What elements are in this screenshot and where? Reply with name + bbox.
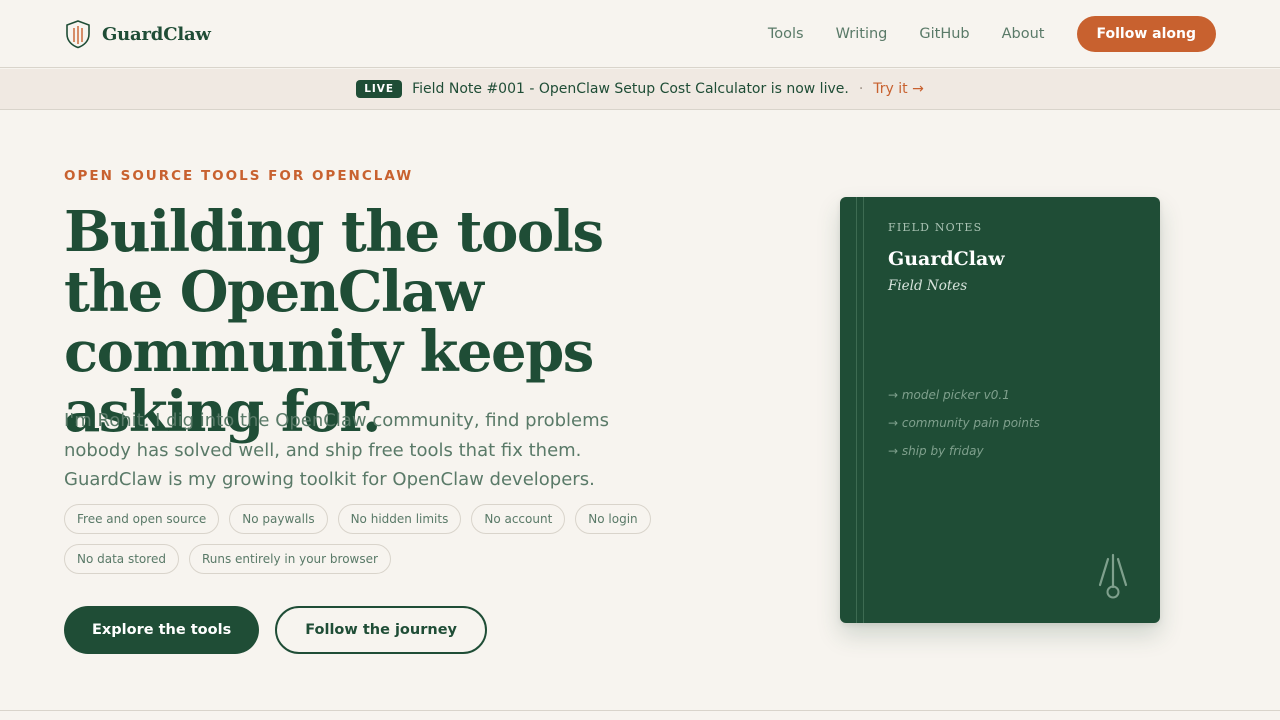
notebook-notes: → model picker v0.1 → community pain poi… xyxy=(888,387,1040,471)
nav-link-tools[interactable]: Tools xyxy=(768,26,804,42)
chip-no-login: No login xyxy=(575,504,651,534)
main-nav: Tools Writing GitHub About Follow along xyxy=(768,16,1216,52)
notebook-note: → community pain points xyxy=(888,416,1040,430)
chip-runs-in-browser: Runs entirely in your browser xyxy=(188,544,391,574)
brand-name: GuardClaw xyxy=(102,23,211,45)
notebook-subtitle: Field Notes xyxy=(888,278,968,294)
page-divider xyxy=(0,710,1280,711)
chip-no-data-stored: No data stored xyxy=(64,544,179,574)
notebook-spine-line xyxy=(856,197,857,623)
chip-no-account: No account xyxy=(471,504,566,534)
chip-free-open-source: Free and open source xyxy=(64,504,220,534)
banner-separator: · xyxy=(858,81,864,97)
try-it-link[interactable]: Try it → xyxy=(873,81,924,97)
feature-chips: Free and open source No paywalls No hidd… xyxy=(64,504,664,574)
live-badge: LIVE xyxy=(356,80,403,98)
field-notes-notebook: FIELD NOTES GuardClaw Field Notes → mode… xyxy=(840,197,1160,623)
chip-no-paywalls: No paywalls xyxy=(229,504,328,534)
site-header: GuardClaw Tools Writing GitHub About Fol… xyxy=(0,0,1280,68)
hero-eyebrow: OPEN SOURCE TOOLS FOR OPENCLAW xyxy=(64,168,414,184)
nav-link-github[interactable]: GitHub xyxy=(919,26,969,42)
chip-no-hidden-limits: No hidden limits xyxy=(337,504,462,534)
notebook-eyebrow: FIELD NOTES xyxy=(888,221,983,234)
notebook-spine-line xyxy=(863,197,864,623)
banner-text: Field Note #001 - OpenClaw Setup Cost Ca… xyxy=(412,81,849,97)
hero-cta-row: Explore the tools Follow the journey xyxy=(64,606,487,654)
brand-link[interactable]: GuardClaw xyxy=(64,18,211,50)
hero-description: I'm Rohit. I dig into the OpenClaw commu… xyxy=(64,410,610,490)
nav-link-about[interactable]: About xyxy=(1002,26,1045,42)
notebook-note: → model picker v0.1 xyxy=(888,388,1010,402)
claw-mark-icon xyxy=(1098,553,1128,599)
notebook-title: GuardClaw xyxy=(888,248,1005,270)
shield-claw-icon xyxy=(66,20,90,49)
nav-link-writing[interactable]: Writing xyxy=(836,26,888,42)
explore-tools-button[interactable]: Explore the tools xyxy=(64,606,260,654)
follow-along-button[interactable]: Follow along xyxy=(1076,16,1216,52)
announcement-banner: LIVE Field Note #001 - OpenClaw Setup Co… xyxy=(0,69,1280,110)
notebook-note: → ship by friday xyxy=(888,444,984,458)
follow-journey-button[interactable]: Follow the journey xyxy=(275,606,487,654)
